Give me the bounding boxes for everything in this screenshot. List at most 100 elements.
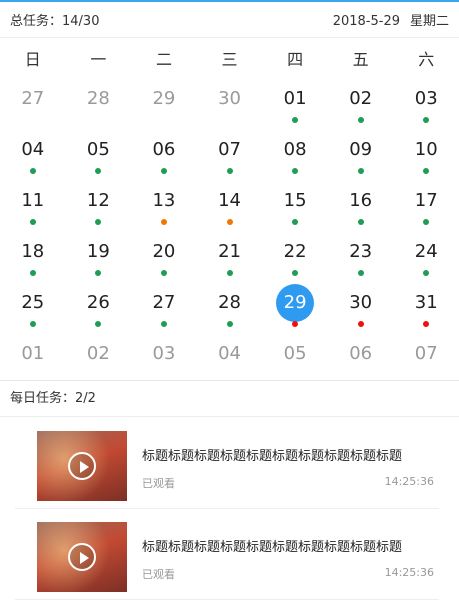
task-status-dot xyxy=(29,321,36,327)
task-status-dot xyxy=(160,270,167,276)
day-number: 19 xyxy=(86,241,110,262)
weekday-wed: 三 xyxy=(221,50,238,69)
day-number: 08 xyxy=(283,139,307,160)
weekday-text: 星期二 xyxy=(409,14,449,29)
task-title: 标题标题标题标题标题标题标题标题标题标题 xyxy=(142,449,403,464)
weekday-thu: 四 xyxy=(287,50,304,69)
video-thumbnail[interactable] xyxy=(37,431,127,501)
calendar-day[interactable]: 28 xyxy=(197,282,263,333)
task-summary-bar: 总任务：14/30 2018-5-29 星期二 xyxy=(0,2,459,38)
task-status-dot xyxy=(160,321,167,327)
calendar-day[interactable]: 13 xyxy=(131,180,197,231)
play-icon[interactable] xyxy=(68,543,96,571)
calendar-day[interactable]: 26 xyxy=(66,282,132,333)
calendar-week-row: 04 05 06 07 08 09 10 xyxy=(0,129,459,180)
task-time: 14:25:36 xyxy=(384,475,434,488)
calendar-day[interactable]: 29 xyxy=(131,78,197,129)
day-number: 18 xyxy=(21,241,45,262)
task-status-dot xyxy=(292,270,299,276)
day-number: 28 xyxy=(218,292,241,313)
task-status-dot xyxy=(357,117,364,123)
task-list: 标题标题标题标题标题标题标题标题标题标题 已观看 14:25:36 标题标题标题… xyxy=(0,418,459,600)
video-thumbnail[interactable] xyxy=(37,522,127,592)
calendar-day[interactable]: 22 xyxy=(262,231,328,282)
calendar-day[interactable]: 28 xyxy=(66,78,132,129)
calendar-day[interactable]: 09 xyxy=(328,129,394,180)
calendar-day[interactable]: 01 xyxy=(262,78,328,129)
calendar-day[interactable]: 01 xyxy=(0,333,66,384)
day-number: 20 xyxy=(152,241,176,262)
day-number: 11 xyxy=(21,190,45,211)
calendar-day[interactable]: 18 xyxy=(0,231,66,282)
calendar-day[interactable]: 07 xyxy=(197,129,263,180)
task-item[interactable]: 标题标题标题标题标题标题标题标题标题标题 已观看 14:25:36 xyxy=(15,418,439,509)
task-status-dot xyxy=(292,168,299,174)
day-number: 06 xyxy=(349,343,373,364)
day-number: 04 xyxy=(218,343,241,364)
calendar-day[interactable]: 27 xyxy=(131,282,197,333)
day-number: 30 xyxy=(349,292,373,313)
calendar-day[interactable]: 19 xyxy=(66,231,132,282)
day-number: 13 xyxy=(152,190,176,211)
task-status-dot xyxy=(160,168,167,174)
calendar-day[interactable]: 02 xyxy=(66,333,132,384)
calendar-day[interactable]: 24 xyxy=(393,231,459,282)
calendar-day[interactable]: 10 xyxy=(393,129,459,180)
task-item[interactable]: 标题标题标题标题标题标题标题标题标题标题 已观看 14:25:36 xyxy=(15,509,439,600)
task-status-dot xyxy=(357,270,364,276)
day-number: 30 xyxy=(218,88,241,109)
task-status-dot xyxy=(95,321,102,327)
calendar-day[interactable]: 02 xyxy=(328,78,394,129)
calendar-day[interactable]: 12 xyxy=(66,180,132,231)
calendar-day[interactable]: 05 xyxy=(262,333,328,384)
calendar-day[interactable]: 06 xyxy=(131,129,197,180)
calendar-day[interactable]: 08 xyxy=(262,129,328,180)
calendar-day[interactable]: 03 xyxy=(131,333,197,384)
day-number: 17 xyxy=(414,190,438,211)
calendar-week-row: 27 28 29 30 01 02 03 xyxy=(0,78,459,129)
calendar-day[interactable]: 25 xyxy=(0,282,66,333)
day-number: 03 xyxy=(414,88,438,109)
calendar-day[interactable]: 04 xyxy=(197,333,263,384)
calendar-day[interactable]: 15 xyxy=(262,180,328,231)
calendar-day[interactable]: 20 xyxy=(131,231,197,282)
task-status-dot xyxy=(423,117,430,123)
task-status-dot xyxy=(29,168,36,174)
calendar-day[interactable]: 04 xyxy=(0,129,66,180)
calendar-day[interactable]: 07 xyxy=(393,333,459,384)
calendar-grid: 27 28 29 30 01 02 03 04 05 06 07 08 09 10 11 12 13 14 15 16… xyxy=(0,78,459,384)
total-task-count: 总任务：14/30 xyxy=(10,14,100,29)
day-number: 16 xyxy=(349,190,373,211)
day-number: 12 xyxy=(86,190,110,211)
day-number: 01 xyxy=(21,343,45,364)
calendar-day[interactable]: 23 xyxy=(328,231,394,282)
day-number: 04 xyxy=(21,139,45,160)
calendar-day[interactable]: 11 xyxy=(0,180,66,231)
day-number: 21 xyxy=(218,241,241,262)
calendar-day[interactable]: 17 xyxy=(393,180,459,231)
task-status-dot xyxy=(423,270,430,276)
day-number: 28 xyxy=(86,88,110,109)
calendar-day[interactable]: 16 xyxy=(328,180,394,231)
calendar-day-selected[interactable]: 29 xyxy=(262,282,328,333)
calendar-day[interactable]: 30 xyxy=(197,78,263,129)
task-status-dot xyxy=(160,219,167,225)
task-status-dot xyxy=(292,219,299,225)
task-status-dot xyxy=(423,168,430,174)
calendar-day[interactable]: 21 xyxy=(197,231,263,282)
calendar-day[interactable]: 30 xyxy=(328,282,394,333)
calendar-day[interactable]: 05 xyxy=(66,129,132,180)
calendar-day[interactable]: 03 xyxy=(393,78,459,129)
weekday-fri: 五 xyxy=(352,50,369,69)
calendar-day[interactable]: 06 xyxy=(328,333,394,384)
day-number: 06 xyxy=(152,139,176,160)
calendar-day[interactable]: 31 xyxy=(393,282,459,333)
play-icon[interactable] xyxy=(68,452,96,480)
watch-status: 已观看 xyxy=(142,477,175,490)
task-status-dot xyxy=(29,219,36,225)
daily-task-header: 每日任务：2/2 xyxy=(0,381,459,417)
date-text: 2018-5-29 xyxy=(332,14,400,29)
calendar-day[interactable]: 27 xyxy=(0,78,66,129)
calendar-day[interactable]: 14 xyxy=(197,180,263,231)
day-number: 01 xyxy=(283,88,307,109)
